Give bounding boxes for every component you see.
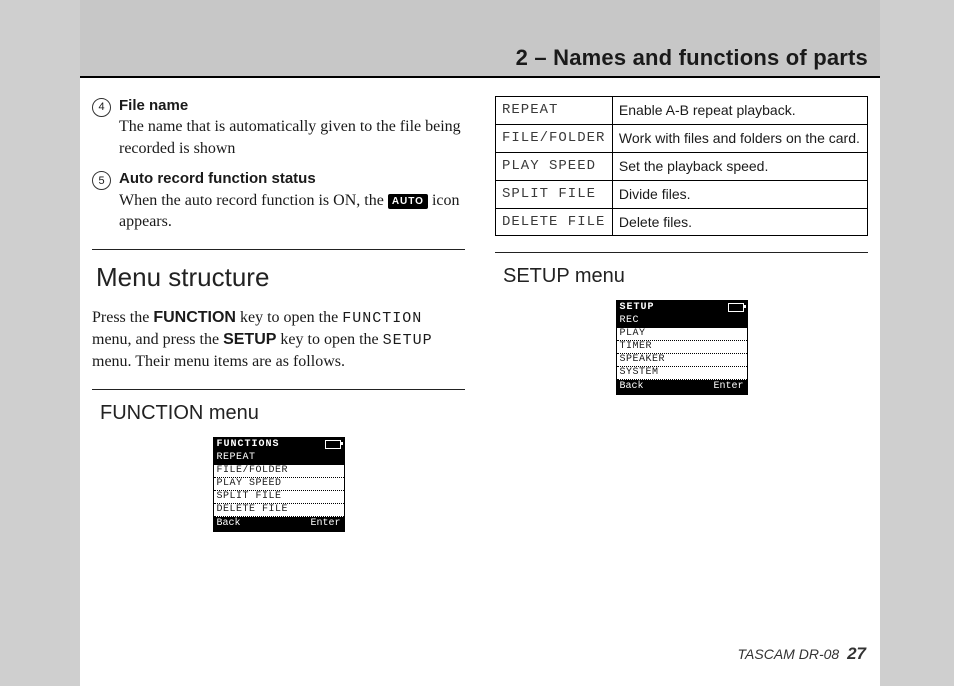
- lcd-footer: Back Enter: [617, 380, 747, 394]
- callout-title: Auto record function status: [119, 169, 465, 189]
- table-key: DELETE FILE: [496, 208, 613, 236]
- table-row: FILE/FOLDER Work with files and folders …: [496, 124, 868, 152]
- lcd-screen: FUNCTIONS REPEAT FILE/FOLDER PLAY SPEED …: [213, 437, 345, 532]
- right-column: REPEAT Enable A-B repeat playback. FILE/…: [495, 96, 868, 626]
- divider: [92, 389, 465, 390]
- text-fragment: menu. Their menu items are as follows.: [92, 353, 345, 370]
- top-margin-strip: [80, 0, 880, 40]
- table-row: REPEAT Enable A-B repeat playback.: [496, 97, 868, 125]
- lcd-screen: SETUP REC PLAY TIMER SPEAKER SYSTEM Back…: [616, 300, 748, 395]
- auto-badge-icon: AUTO: [388, 194, 428, 210]
- manual-page: 2 – Names and functions of parts 4 File …: [80, 0, 880, 686]
- subheading-function-menu: FUNCTION menu: [100, 400, 465, 427]
- lcd-back-label: Back: [620, 381, 644, 393]
- lcd-row: SYSTEM: [617, 367, 747, 380]
- callout-body: When the auto record function is ON, the…: [119, 190, 465, 233]
- callout-number-icon: 5: [92, 171, 111, 190]
- product-model: TASCAM DR-08: [738, 646, 840, 662]
- table-val: Enable A-B repeat playback.: [612, 97, 867, 125]
- lcd-row: SPEAKER: [617, 354, 747, 367]
- subheading-setup-menu: SETUP menu: [503, 263, 868, 290]
- table-key: FILE/FOLDER: [496, 124, 613, 152]
- function-menu-table: REPEAT Enable A-B repeat playback. FILE/…: [495, 96, 868, 236]
- text-fragment: Press the: [92, 309, 153, 326]
- callout-body: The name that is automatically given to …: [119, 116, 465, 159]
- lcd-row-selected: REPEAT: [214, 452, 344, 465]
- menu-name: FUNCTION: [342, 310, 422, 327]
- lcd-row: PLAY: [617, 328, 747, 341]
- lcd-row: PLAY SPEED: [214, 478, 344, 491]
- table-key: SPLIT FILE: [496, 180, 613, 208]
- table-row: PLAY SPEED Set the playback speed.: [496, 152, 868, 180]
- page-footer: TASCAM DR-08 27: [738, 644, 866, 664]
- chapter-title: 2 – Names and functions of parts: [516, 45, 868, 71]
- text-fragment: key to open the: [236, 309, 342, 326]
- chapter-header: 2 – Names and functions of parts: [80, 40, 880, 78]
- lcd-enter-label: Enter: [713, 381, 743, 393]
- table-key: PLAY SPEED: [496, 152, 613, 180]
- lcd-setup-figure: SETUP REC PLAY TIMER SPEAKER SYSTEM Back…: [495, 300, 868, 395]
- callout-title: File name: [119, 96, 465, 116]
- section-heading-menu-structure: Menu structure: [96, 260, 465, 295]
- table-val: Set the playback speed.: [612, 152, 867, 180]
- lcd-row: DELETE FILE: [214, 504, 344, 517]
- content-columns: 4 File name The name that is automatical…: [92, 96, 868, 626]
- table-row: DELETE FILE Delete files.: [496, 208, 868, 236]
- lcd-title: SETUP: [620, 302, 655, 314]
- callout-item-5: 5 Auto record function status When the a…: [92, 169, 465, 232]
- lcd-footer: Back Enter: [214, 517, 344, 531]
- divider: [92, 249, 465, 250]
- page-number: 27: [847, 644, 866, 663]
- divider: [495, 252, 868, 253]
- lcd-title: FUNCTIONS: [217, 439, 280, 451]
- lcd-row-selected: REC: [617, 315, 747, 328]
- left-column: 4 File name The name that is automatical…: [92, 96, 465, 626]
- lcd-titlebar: SETUP: [617, 301, 747, 315]
- key-name: FUNCTION: [153, 309, 236, 326]
- lcd-row: FILE/FOLDER: [214, 465, 344, 478]
- key-name: SETUP: [223, 331, 276, 348]
- menu-name: SETUP: [383, 332, 433, 349]
- lcd-function-figure: FUNCTIONS REPEAT FILE/FOLDER PLAY SPEED …: [92, 437, 465, 532]
- table-row: SPLIT FILE Divide files.: [496, 180, 868, 208]
- lcd-row: TIMER: [617, 341, 747, 354]
- menu-structure-paragraph: Press the FUNCTION key to open the FUNCT…: [92, 307, 465, 373]
- lcd-back-label: Back: [217, 518, 241, 530]
- lcd-enter-label: Enter: [310, 518, 340, 530]
- table-val: Divide files.: [612, 180, 867, 208]
- lcd-row: SPLIT FILE: [214, 491, 344, 504]
- battery-icon: [325, 440, 341, 449]
- callout-number-icon: 4: [92, 98, 111, 117]
- lcd-titlebar: FUNCTIONS: [214, 438, 344, 452]
- battery-icon: [728, 303, 744, 312]
- table-key: REPEAT: [496, 97, 613, 125]
- callout-item-4: 4 File name The name that is automatical…: [92, 96, 465, 159]
- table-val: Delete files.: [612, 208, 867, 236]
- text-fragment: When the auto record function is ON, the: [119, 192, 388, 209]
- text-fragment: key to open the: [276, 331, 382, 348]
- text-fragment: menu, and press the: [92, 331, 223, 348]
- table-val: Work with files and folders on the card.: [612, 124, 867, 152]
